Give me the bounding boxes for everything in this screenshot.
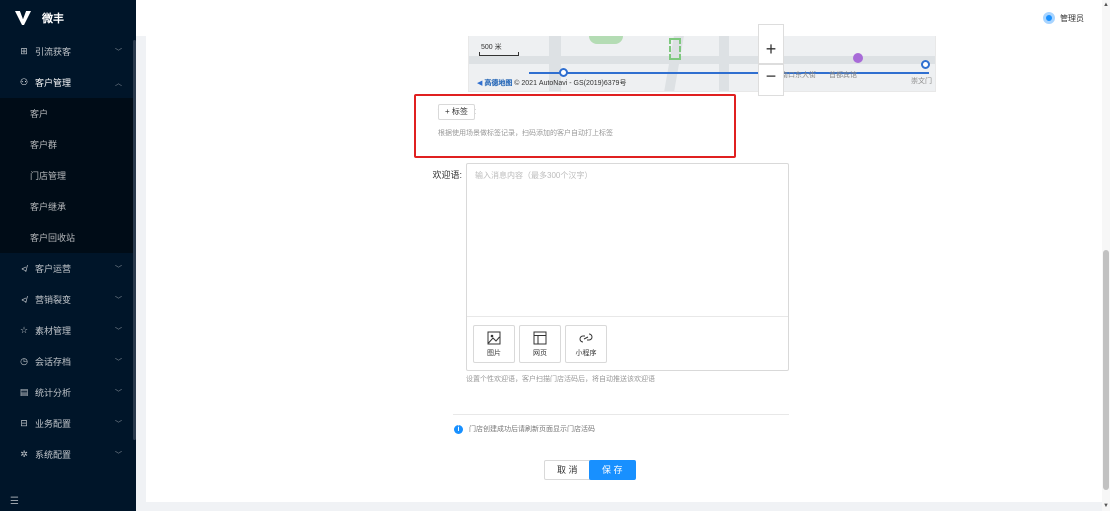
sidebar-subitem-2[interactable]: 门店管理 (0, 160, 136, 191)
tag-hint: 根据使用场景做标签记录，扫码添加的客户自动打上标签 (438, 130, 613, 137)
welcome-hint: 设置个性欢迎语，客户扫描门店活码后，将自动推送该欢迎语 (466, 376, 655, 383)
sidebar-subitem-0[interactable]: 客户 (0, 98, 136, 129)
webpage-icon (533, 331, 547, 344)
map-brand: 高德地图 (484, 80, 513, 87)
sidebar-item-3[interactable]: ≮ 营销裂变 ﹀ (0, 284, 136, 315)
sidebar-item-label: 统计分析 (35, 388, 72, 398)
top-header: 管理员 (136, 0, 1102, 36)
map-road (469, 56, 935, 64)
attach-webpage-button[interactable]: 网页 (519, 325, 561, 363)
map-route (529, 72, 929, 74)
store-info-notice: i 门店创建成功后请刷新页面显示门店活码 (454, 424, 595, 434)
map-place-label: 首都宾馆 (829, 72, 857, 79)
avatar (1043, 12, 1055, 24)
map-route-marker (921, 60, 930, 69)
clock-icon: ◷ (20, 356, 28, 366)
sidebar-item-label: 素材管理 (35, 326, 72, 336)
attachment-toolbar: 图片 网页 小程序 (467, 316, 788, 370)
map-zoom-in-button[interactable]: + (758, 24, 784, 64)
app-logo[interactable]: 微丰 (0, 0, 136, 36)
miniprogram-icon (579, 333, 593, 342)
sidebar-subitem-4[interactable]: 客户回收站 (0, 222, 136, 253)
chart-icon: ▤ (19, 387, 29, 397)
sidebar-item-label: 引流获客 (35, 47, 72, 57)
map-street-label: 南口东大街 (781, 72, 816, 79)
sidebar-subitem-3[interactable]: 客户继承 (0, 191, 136, 222)
sidebar-item-5[interactable]: ◷ 会话存档 ﹀ (0, 346, 136, 377)
sidebar-item-7[interactable]: ⊟ 业务配置 ﹀ (0, 408, 136, 439)
chevron-down-icon: ﹀ (115, 265, 122, 273)
chevron-down-icon: ﹀ (115, 389, 122, 397)
cancel-button[interactable]: 取 消 (544, 460, 591, 480)
scrollbar-thumb[interactable] (1103, 250, 1109, 490)
user-name: 管理员 (1060, 13, 1084, 23)
star-icon: ☆ (19, 325, 29, 335)
attach-image-label: 图片 (487, 349, 501, 357)
sidebar-item-label: 客户管理 (35, 78, 72, 88)
table-icon: ⊟ (20, 418, 28, 428)
share-icon: ≮ (21, 294, 27, 305)
sidebar-item-1[interactable]: ⚇ 客户管理 ︿ (0, 67, 136, 98)
map-copyright: ◀ 高德地图 © 2021 AutoNavi - GS(2019)6379号 (477, 80, 627, 87)
sidebar-item-label: 系统配置 (35, 450, 72, 460)
map-park (669, 38, 681, 60)
collapse-menu-icon[interactable]: ☰ (0, 491, 136, 511)
sidebar-item-8[interactable]: ✲ 系统配置 ﹀ (0, 439, 136, 470)
info-text: 门店创建成功后请刷新页面显示门店活码 (469, 426, 595, 433)
map-place-label: 崇文门 (911, 78, 932, 85)
sidebar-subitem-1[interactable]: 客户群 (0, 129, 136, 160)
chevron-down-icon: ﹀ (115, 48, 122, 56)
save-button[interactable]: 保 存 (589, 460, 636, 480)
grid-icon: ⊞ (20, 46, 28, 56)
location-map[interactable]: 500 米 南口东大街 首都宾馆 崇文门 ◀ 高德地图 © 2021 AutoN… (468, 36, 936, 92)
sidebar-scrollbar[interactable] (133, 40, 136, 440)
map-route-marker (559, 68, 568, 77)
chevron-down-icon: ﹀ (115, 327, 122, 335)
sidebar-item-0[interactable]: ⊞ 引流获客 ﹀ (0, 36, 136, 67)
map-scale-label: 500 米 (481, 44, 502, 51)
chevron-down-icon: ﹀ (115, 358, 122, 366)
map-park (589, 36, 623, 44)
welcome-label: 欢迎语: (432, 170, 462, 180)
attach-image-button[interactable]: 图片 (473, 325, 515, 363)
welcome-editor: 图片 网页 小程序 (466, 163, 789, 371)
sidebar-submenu: 客户 客户群 门店管理 客户继承 客户回收站 (0, 98, 136, 253)
map-scale-bar (479, 52, 519, 56)
image-icon (487, 331, 501, 344)
user-menu[interactable]: 管理员 (1043, 12, 1084, 24)
form-divider (453, 414, 789, 415)
map-zoom-out-button[interactable]: − (758, 64, 784, 96)
logo-icon (15, 11, 31, 25)
page-scrollbar[interactable]: ▲ ▼ (1102, 0, 1110, 511)
attach-webpage-label: 网页 (533, 349, 547, 357)
welcome-message-input[interactable] (467, 164, 788, 314)
chevron-down-icon: ﹀ (115, 420, 122, 428)
sidebar-item-label: 会话存档 (35, 357, 72, 367)
share-icon: ≮ (21, 263, 27, 274)
attach-miniprogram-button[interactable]: 小程序 (565, 325, 607, 363)
sidebar-menu: ⊞ 引流获客 ﹀ ⚇ 客户管理 ︿ 客户 客户群 门店管理 客户继承 客户回收站 ≮ 客户运营 ﹀ ≮ 营销裂… (0, 36, 136, 470)
map-road (719, 36, 729, 91)
sidebar-item-label: 业务配置 (35, 419, 72, 429)
scroll-up-icon[interactable]: ▲ (1103, 2, 1109, 8)
sidebar-item-2[interactable]: ≮ 客户运营 ﹀ (0, 253, 136, 284)
user-icon: ⚇ (19, 77, 29, 87)
sidebar: 微丰 ⊞ 引流获客 ﹀ ⚇ 客户管理 ︿ 客户 客户群 门店管理 客户继承 客户回收站 ≮ 客户运营 ﹀ ≮… (0, 0, 136, 511)
sidebar-item-6[interactable]: ▤ 统计分析 ﹀ (0, 377, 136, 408)
map-copyright-text: © 2021 AutoNavi - GS(2019)6379号 (514, 80, 627, 87)
app-name: 微丰 (42, 13, 64, 25)
map-poi-icon (853, 53, 863, 63)
scroll-down-icon[interactable]: ▼ (1103, 503, 1109, 509)
gear-icon: ✲ (20, 449, 28, 459)
chevron-up-icon: ︿ (115, 79, 122, 87)
sidebar-item-label: 客户运营 (35, 264, 72, 274)
add-tag-button[interactable]: + 标签 (438, 104, 475, 120)
info-icon: i (454, 424, 463, 434)
sidebar-item-label: 营销裂变 (35, 295, 72, 305)
chevron-down-icon: ﹀ (115, 296, 122, 304)
chevron-down-icon: ﹀ (115, 451, 122, 459)
sidebar-item-4[interactable]: ☆ 素材管理 ﹀ (0, 315, 136, 346)
attach-miniprogram-label: 小程序 (575, 349, 597, 357)
